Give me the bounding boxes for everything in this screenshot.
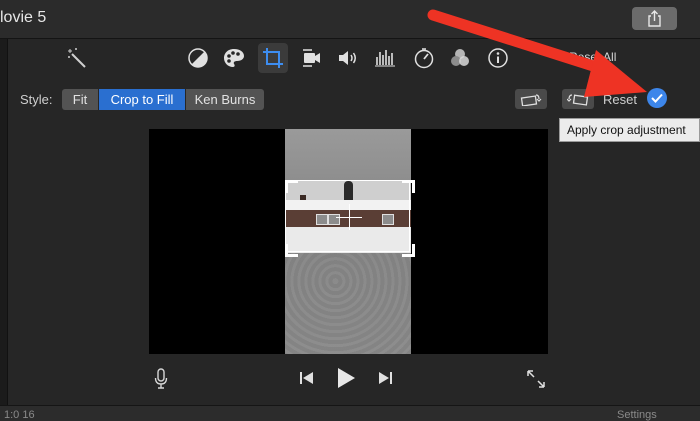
snow-texture — [285, 250, 411, 354]
apply-crop-tooltip: Apply crop adjustment — [559, 118, 700, 142]
crop-handle-bottom-left[interactable] — [285, 244, 298, 257]
rotate-left-icon — [520, 94, 542, 106]
rotate-right-icon — [567, 94, 589, 106]
timeline-bar: 1:0 16 Settings — [0, 405, 700, 421]
checkmark-icon — [651, 93, 663, 103]
window-title: lovie 5 — [0, 9, 47, 26]
style-label: Style: — [20, 92, 53, 107]
expand-icon — [527, 370, 545, 388]
equalizer-icon[interactable] — [374, 47, 396, 69]
rotate-clockwise-button[interactable] — [562, 89, 594, 109]
crop-handle-top-left[interactable] — [285, 180, 298, 193]
video-filter-icon[interactable] — [449, 47, 471, 69]
crop-icon[interactable] — [262, 47, 284, 69]
speed-icon[interactable] — [413, 47, 435, 69]
color-balance-icon[interactable] — [187, 47, 209, 69]
apply-crop-button[interactable] — [647, 88, 667, 108]
crop-handle-bottom-right[interactable] — [402, 244, 415, 257]
fullscreen-button[interactable] — [526, 369, 546, 394]
reset-all-button[interactable]: Reset All — [569, 50, 616, 64]
play-button[interactable] — [336, 367, 356, 394]
skip-forward-button[interactable] — [377, 371, 393, 390]
crop-center-crosshair-vertical — [349, 204, 350, 230]
crop-handle-top-right[interactable] — [402, 180, 415, 193]
style-ken-burns-button[interactable]: Ken Burns — [186, 89, 264, 110]
microphone-icon — [154, 368, 168, 389]
skip-back-button[interactable] — [299, 371, 315, 390]
voiceover-button[interactable] — [154, 368, 168, 395]
settings-button[interactable]: Settings — [617, 409, 657, 421]
style-fit-button[interactable]: Fit — [62, 89, 98, 110]
share-icon — [648, 10, 661, 27]
stabilization-icon[interactable] — [300, 47, 322, 69]
crop-outline — [285, 180, 410, 252]
style-crop-to-fill-button[interactable]: Crop to Fill — [99, 89, 185, 110]
info-icon[interactable] — [487, 47, 509, 69]
volume-icon[interactable] — [337, 47, 359, 69]
rotate-counterclockwise-button[interactable] — [515, 89, 547, 109]
play-icon — [338, 368, 355, 388]
browser-edge — [0, 39, 8, 405]
reset-button[interactable]: Reset — [603, 92, 637, 107]
skip-forward-icon — [379, 372, 392, 384]
palette-icon[interactable] — [222, 47, 244, 69]
magic-wand-icon[interactable] — [66, 47, 88, 69]
skip-back-icon — [300, 372, 313, 384]
timecode: 1:0 16 — [4, 409, 35, 421]
title-bar: lovie 5 — [0, 0, 700, 39]
share-button[interactable] — [632, 7, 677, 30]
